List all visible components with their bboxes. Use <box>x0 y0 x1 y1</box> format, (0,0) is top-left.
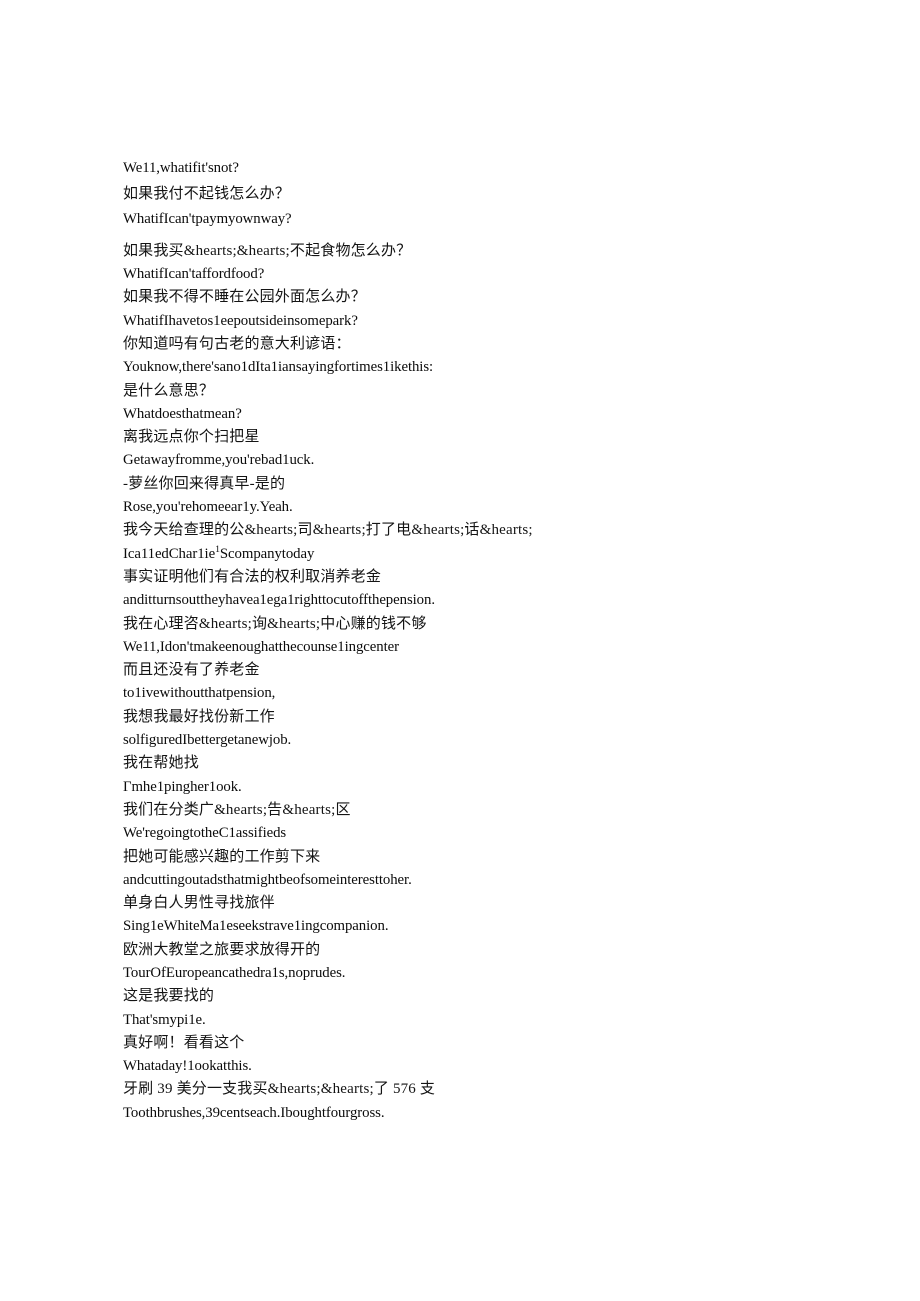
transcript-line-en: Youknow,there'sano1dIta1iansayingfortime… <box>123 359 434 376</box>
transcript-line-en: That'smypi1e. <box>123 1011 206 1028</box>
transcript-line-zh: 真好啊！看看这个 <box>123 1034 245 1051</box>
transcript-line-en: Whataday!1ookatthis. <box>123 1058 252 1075</box>
transcript-line-en: Rose,you'rehomeear1y.Yeah. <box>123 499 293 516</box>
transcript-line-zh: 我们在分类广&hearts;告&hearts;区 <box>123 801 351 818</box>
transcript-line-en: Getawayfromme,you'rebad1uck. <box>123 452 315 469</box>
transcript-line-en: Sing1eWhiteMa1eseekstrave1ingcompanion. <box>123 918 389 935</box>
transcript-line-zh: 单身白人男性寻找旅伴 <box>123 895 275 912</box>
transcript-line-en: Ica11edChar1ie1Scompanytoday <box>123 543 315 562</box>
transcript-line-zh: 如果我不得不睡在公园外面怎么办？ <box>123 289 366 306</box>
transcript-line-zh: 是什么意思？ <box>123 382 215 399</box>
transcript-line-en: We'regoingtotheC1assifieds <box>123 825 287 842</box>
transcript-line-en: Whatdoesthatmean? <box>123 405 242 422</box>
transcript-line-en: solfiguredIbettergetanewjob. <box>123 732 292 749</box>
transcript-line-en: Toothbrushes,39centseach.Iboughtfourgros… <box>123 1104 385 1121</box>
transcript-line-zh: 把她可能感兴趣的工作剪下来 <box>123 848 321 865</box>
transcript-line-en: WhatifIcan'tpaymyownway? <box>123 211 292 228</box>
transcript-line-zh: 离我远点你个扫把星 <box>123 429 260 446</box>
transcript-line-zh: 而且还没有了养老金 <box>123 662 260 679</box>
transcript-line-en: to1ivewithoutthatpension, <box>123 685 276 702</box>
transcript-line-zh: 你知道吗有句古老的意大利谚语： <box>123 335 351 352</box>
transcript-body: We11,whatifit'snot? 如果我付不起钱怎么办？ WhatifIcan… <box>123 156 823 1125</box>
superscript-glyph: 1 <box>215 543 220 555</box>
transcript-line-zh: 我在帮她找 <box>123 755 199 772</box>
transcript-line-zh: 如果我买&hearts;&hearts;不起食物怎么办？ <box>123 242 412 259</box>
transcript-line-zh: -萝丝你回来得真早-是的 <box>123 475 286 492</box>
transcript-line-zh: 牙刷 39 美分一支我买&hearts;&hearts;了 576 支 <box>123 1081 436 1098</box>
transcript-line-en: We11,whatifit'snot? <box>123 160 239 176</box>
transcript-line-en: andcuttingoutadsthatmightbeofsomeinteres… <box>123 871 412 888</box>
transcript-line-zh: 我在心理咨&hearts;询&hearts;中心赚的钱不够 <box>123 615 427 632</box>
document-page: We11,whatifit'snot? 如果我付不起钱怎么办？ WhatifIcan… <box>0 0 920 1301</box>
transcript-line-zh: 如果我付不起钱怎么办？ <box>123 185 290 202</box>
transcript-line-en: Γmhe1pingher1ook. <box>123 778 242 795</box>
transcript-line-en: We11,Idon'tmakeenoughatthecounse1ingcent… <box>123 638 399 655</box>
transcript-line-en: TourOfEuropeancathedra1s,noprudes. <box>123 964 346 981</box>
transcript-line-zh: 这是我要找的 <box>123 988 215 1005</box>
transcript-line-zh: 我今天给查理的公&hearts;司&hearts;打了电&hearts;话&he… <box>123 522 533 539</box>
transcript-line-en: WhatifIhavetos1eepoutsideinsomepark? <box>123 312 358 329</box>
transcript-line-en: anditturnsouttheyhavea1ega1righttocutoff… <box>123 592 435 609</box>
transcript-line-zh: 事实证明他们有合法的权利取消养老金 <box>123 568 382 585</box>
transcript-line-zh: 欧洲大教堂之旅要求放得开的 <box>123 941 321 958</box>
transcript-line-zh: 我想我最好找份新工作 <box>123 708 275 725</box>
transcript-line-en: WhatifIcan'taffordfood? <box>123 266 265 283</box>
